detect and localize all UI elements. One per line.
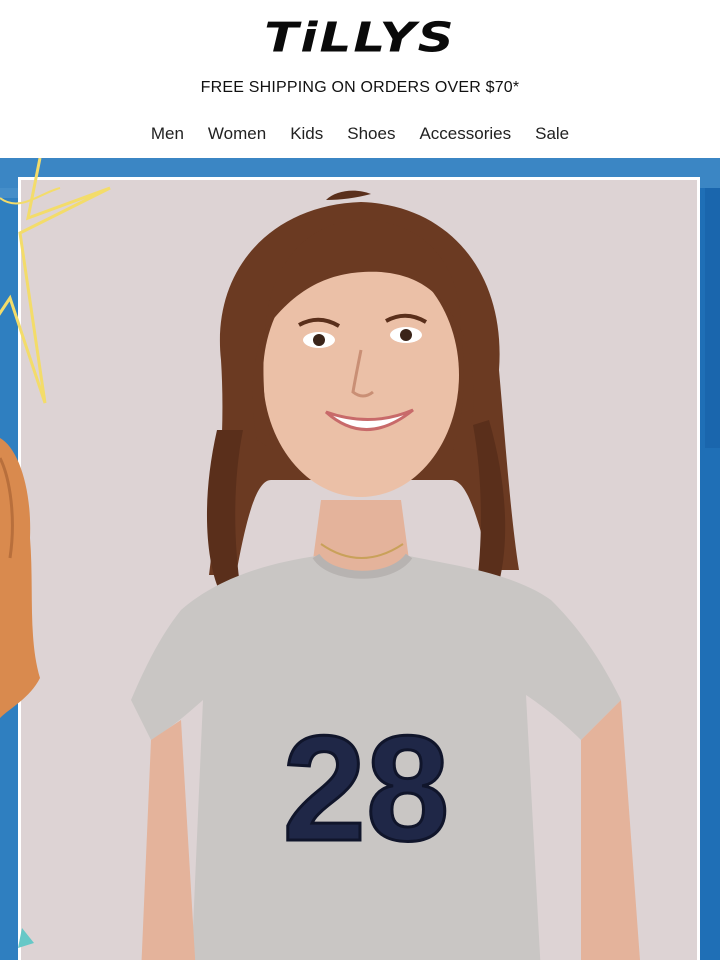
category-nav: Men Women Kids Shoes Accessories Sale	[0, 124, 720, 144]
nav-item-kids[interactable]: Kids	[290, 124, 323, 144]
nav-item-men[interactable]: Men	[151, 124, 184, 144]
hero-banner[interactable]: 28	[0, 158, 720, 960]
free-shipping-banner[interactable]: FREE SHIPPING ON ORDERS OVER $70*	[0, 79, 720, 97]
nav-item-women[interactable]: Women	[208, 124, 266, 144]
nav-item-accessories[interactable]: Accessories	[419, 124, 511, 144]
model-photo[interactable]: 28	[21, 180, 697, 960]
tillys-logo[interactable]: TiLLYS	[0, 14, 720, 62]
nav-item-sale[interactable]: Sale	[535, 124, 569, 144]
email-header: TiLLYS FREE SHIPPING ON ORDERS OVER $70*…	[0, 0, 720, 158]
model-photo-frame: 28	[18, 177, 700, 960]
girl-in-tshirt-illustration: 28	[131, 190, 640, 960]
nav-item-shoes[interactable]: Shoes	[347, 124, 395, 144]
shirt-number-text: 28	[283, 704, 450, 872]
